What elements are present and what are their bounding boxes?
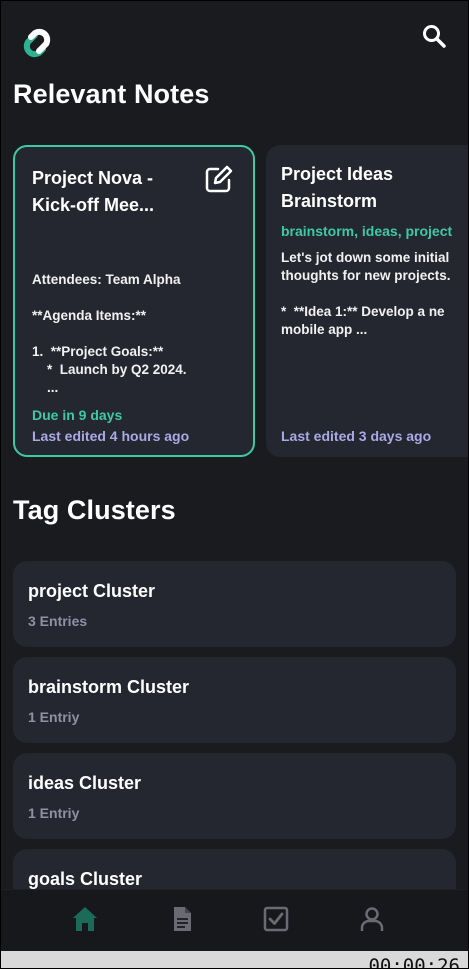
tag-cluster-card[interactable]: ideas Cluster 1 Entriy — [13, 753, 456, 839]
note-preview: Attendees: Team Alpha **Agenda Items:** … — [32, 272, 187, 395]
note-title: Project Ideas Brainstorm — [281, 164, 394, 211]
app-header — [1, 1, 468, 71]
profile-icon[interactable] — [357, 904, 387, 934]
link-icon[interactable] — [13, 25, 61, 61]
recording-status-bar: 00:00:26 — [1, 951, 468, 969]
note-card[interactable]: Project Ideas Brainstorm brainstorm, ide… — [266, 145, 468, 457]
edit-icon[interactable] — [203, 163, 235, 195]
tag-cluster-card[interactable]: project Cluster 3 Entries — [13, 561, 456, 647]
notes-carousel[interactable]: Project Nova - Kick-off Mee... Attendees… — [1, 145, 468, 465]
cluster-count: 1 Entriy — [28, 709, 80, 725]
last-edited: Last edited 3 days ago — [281, 428, 432, 444]
relevant-notes-heading: Relevant Notes — [13, 79, 210, 109]
recording-timer: 00:00:26 — [368, 955, 460, 969]
due-date: Due in 9 days — [32, 407, 123, 423]
note-tags: brainstorm, ideas, project — [281, 223, 453, 239]
tag-cluster-card[interactable]: brainstorm Cluster 1 Entriy — [13, 657, 456, 743]
cluster-name: brainstorm Cluster — [28, 677, 190, 697]
checkbox-icon[interactable] — [261, 904, 291, 934]
cluster-name: ideas Cluster — [28, 773, 142, 793]
cluster-name: goals Cluster — [28, 869, 143, 889]
home-icon[interactable] — [70, 904, 100, 934]
search-icon[interactable] — [421, 23, 447, 49]
last-edited: Last edited 4 hours ago — [32, 428, 190, 444]
note-card[interactable]: Project Nova - Kick-off Mee... Attendees… — [13, 145, 255, 457]
cluster-count: 1 Entriy — [28, 805, 80, 821]
note-preview: Let's jot down some initial thoughts for… — [281, 250, 451, 337]
bottom-navigation — [1, 889, 468, 952]
app-frame: Relevant Notes Project Nova - Kick-off M… — [0, 0, 469, 969]
cluster-count: 3 Entries — [28, 613, 88, 629]
cluster-name: project Cluster — [28, 581, 156, 601]
tag-clusters-heading: Tag Clusters — [13, 495, 176, 525]
note-title: Project Nova - Kick-off Mee... — [32, 168, 155, 215]
document-icon[interactable] — [167, 904, 197, 934]
